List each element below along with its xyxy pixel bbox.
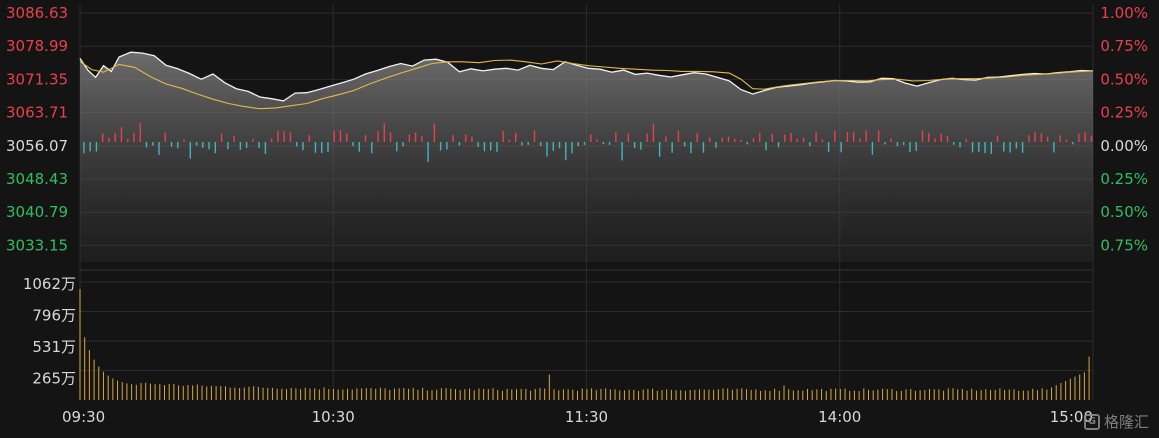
intraday-chart: 3086.63 1.00% 3078.99 0.75% 3071.35 0.50% 3063…: [6, 4, 1148, 426]
x-tick-label: 09:30: [62, 408, 105, 426]
volume-tick-label: 531万: [32, 338, 76, 356]
y-left-tick-label: 3048.43: [6, 170, 68, 188]
y-left-tick-label: 3071.35: [6, 70, 68, 88]
y-left-tick-label: 3040.79: [6, 203, 68, 221]
volume-tick-label: 796万: [32, 307, 76, 325]
volume-tick-label: 1062万: [23, 275, 76, 293]
y-right-tick-label: 0.75%: [1100, 236, 1148, 254]
y-left-tick-label: 3086.63: [6, 4, 68, 22]
y-right-tick-label: 0.25%: [1100, 170, 1148, 188]
volume-tick-label: 265万: [32, 370, 76, 388]
y-left-tick-label: 3033.15: [6, 236, 68, 254]
x-tick-label: 14:00: [818, 408, 861, 426]
x-tick-label: 10:30: [312, 408, 355, 426]
y-left-tick-label: 3078.99: [6, 37, 68, 55]
x-tick-label: 11:30: [565, 408, 608, 426]
price-area-fill: [80, 52, 1093, 263]
price-area: [80, 52, 1093, 263]
y-left-tick-label: 3056.07: [6, 137, 68, 155]
y-left-tick-label: 3063.71: [6, 104, 68, 122]
logo-icon: G: [1083, 413, 1100, 430]
watermark-text: 格隆汇: [1103, 413, 1149, 431]
y-right-tick-label: 1.00%: [1100, 4, 1148, 22]
y-right-tick-label: 0.75%: [1100, 37, 1148, 55]
y-right-tick-label: 0.00%: [1100, 137, 1148, 155]
volume-bars: [79, 288, 1090, 400]
y-right-tick-label: 0.50%: [1100, 203, 1148, 221]
y-right-tick-label: 0.50%: [1100, 70, 1148, 88]
watermark: G 格隆汇: [1083, 411, 1149, 432]
y-right-tick-label: 0.25%: [1100, 104, 1148, 122]
